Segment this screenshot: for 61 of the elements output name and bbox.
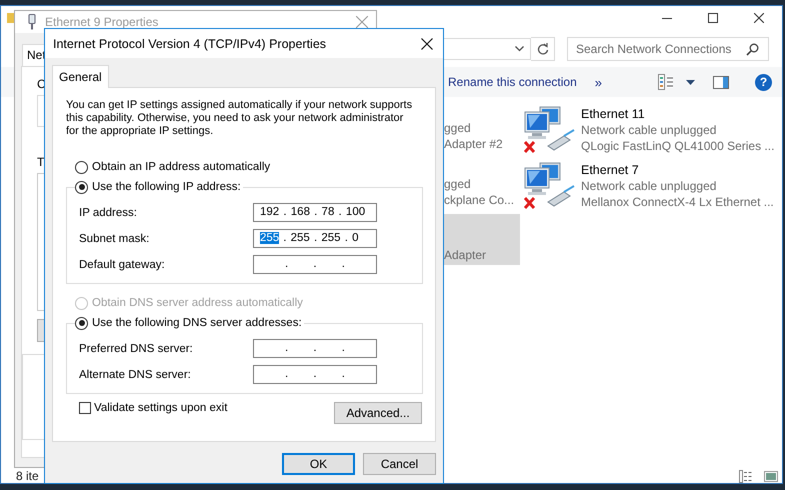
advanced-button[interactable]: Advanced...: [334, 402, 422, 424]
ip-address-field[interactable]: . . .: [253, 365, 377, 384]
ip-address-field[interactable]: . . .: [253, 255, 377, 274]
option-label: Obtain an IP address automatically: [92, 161, 270, 173]
folder-icon: [7, 13, 14, 23]
help-button[interactable]: ?: [754, 74, 772, 90]
search-icon: [746, 43, 759, 56]
option-label: Use the following IP address:: [92, 181, 241, 193]
window-title: Ethernet 9 Properties: [45, 15, 158, 29]
item-text: ckplane Co...: [444, 192, 516, 208]
item-count: 8 ite: [16, 470, 39, 483]
connection-status: Network cable unplugged: [581, 178, 718, 194]
item-text: gged: [444, 120, 472, 136]
option-label: Use the following DNS server addresses:: [92, 317, 302, 329]
checkbox-option[interactable]: Validate settings upon exit: [79, 402, 228, 414]
dialog-button[interactable]: OK: [282, 453, 355, 475]
toolbar-button[interactable]: Rename this connection: [442, 75, 583, 89]
details-view-icon[interactable]: [739, 470, 753, 483]
item-text: Adapter #2: [444, 136, 504, 152]
field-label: Preferred DNS server:: [79, 342, 194, 354]
connection-status: Network cable unplugged: [581, 122, 718, 138]
connection-item[interactable]: gged ckplane Co...: [444, 158, 520, 214]
adapter-name: QLogic FastLinQ QL41000 Series ...: [581, 138, 774, 154]
connection-item[interactable]: Adapter: [444, 214, 520, 265]
intro-text: You can get IP settings assigned automatically if your network supports this capability. Otherwise, you need to ask your network administrator for the appropriate IP settings.: [66, 99, 414, 138]
field-label: IP address:: [79, 206, 138, 218]
large-icons-view-icon[interactable]: [764, 471, 778, 482]
item-text: Adapter: [444, 247, 488, 263]
network-plug-icon: [28, 14, 36, 30]
field-label: Alternate DNS server:: [79, 368, 192, 380]
ip-address-field[interactable]: 255 . 255 . 255 . 0: [253, 229, 377, 248]
chevron-down-icon: [515, 46, 524, 52]
disconnected-network-icon: [524, 106, 576, 154]
dialog-title: Internet Protocol Version 4 (TCP/IPv4) Properties: [53, 36, 326, 50]
refresh-icon: [536, 43, 548, 55]
view-options-icon[interactable]: [658, 74, 674, 90]
ip-address-field[interactable]: . . .: [253, 339, 377, 358]
radio-button[interactable]: [75, 316, 88, 330]
connection-item[interactable]: gged Adapter #2: [444, 102, 520, 158]
caret-down-icon[interactable]: [686, 80, 695, 84]
search-field[interactable]: Search Network Connections: [567, 37, 769, 61]
refresh-button[interactable]: [531, 37, 555, 61]
tab[interactable]: General: [52, 65, 109, 88]
ip-address-field[interactable]: 192 . 168 . 78 . 100: [253, 203, 377, 222]
connection-name[interactable]: Ethernet 11: [581, 106, 645, 122]
close-icon[interactable]: [421, 38, 433, 50]
option-label: Obtain DNS server address automatically: [92, 297, 303, 309]
dialog-button[interactable]: Cancel: [363, 453, 436, 475]
maximize-icon: [708, 13, 718, 23]
field-label: Default gateway:: [79, 258, 166, 270]
disconnected-network-icon: [524, 162, 576, 210]
preview-pane-icon[interactable]: [712, 76, 729, 88]
adapter-name: Mellanox ConnectX-4 Lx Ethernet ...: [581, 194, 774, 210]
field-label: Subnet mask:: [79, 232, 150, 244]
item-text: gged: [444, 176, 472, 192]
close-icon: [754, 13, 764, 23]
connection-name[interactable]: Ethernet 7: [581, 162, 639, 178]
field-label: T: [37, 155, 44, 169]
radio-button[interactable]: [75, 160, 88, 174]
radio-button[interactable]: [75, 180, 88, 194]
toolbar-button[interactable]: »: [588, 74, 608, 90]
